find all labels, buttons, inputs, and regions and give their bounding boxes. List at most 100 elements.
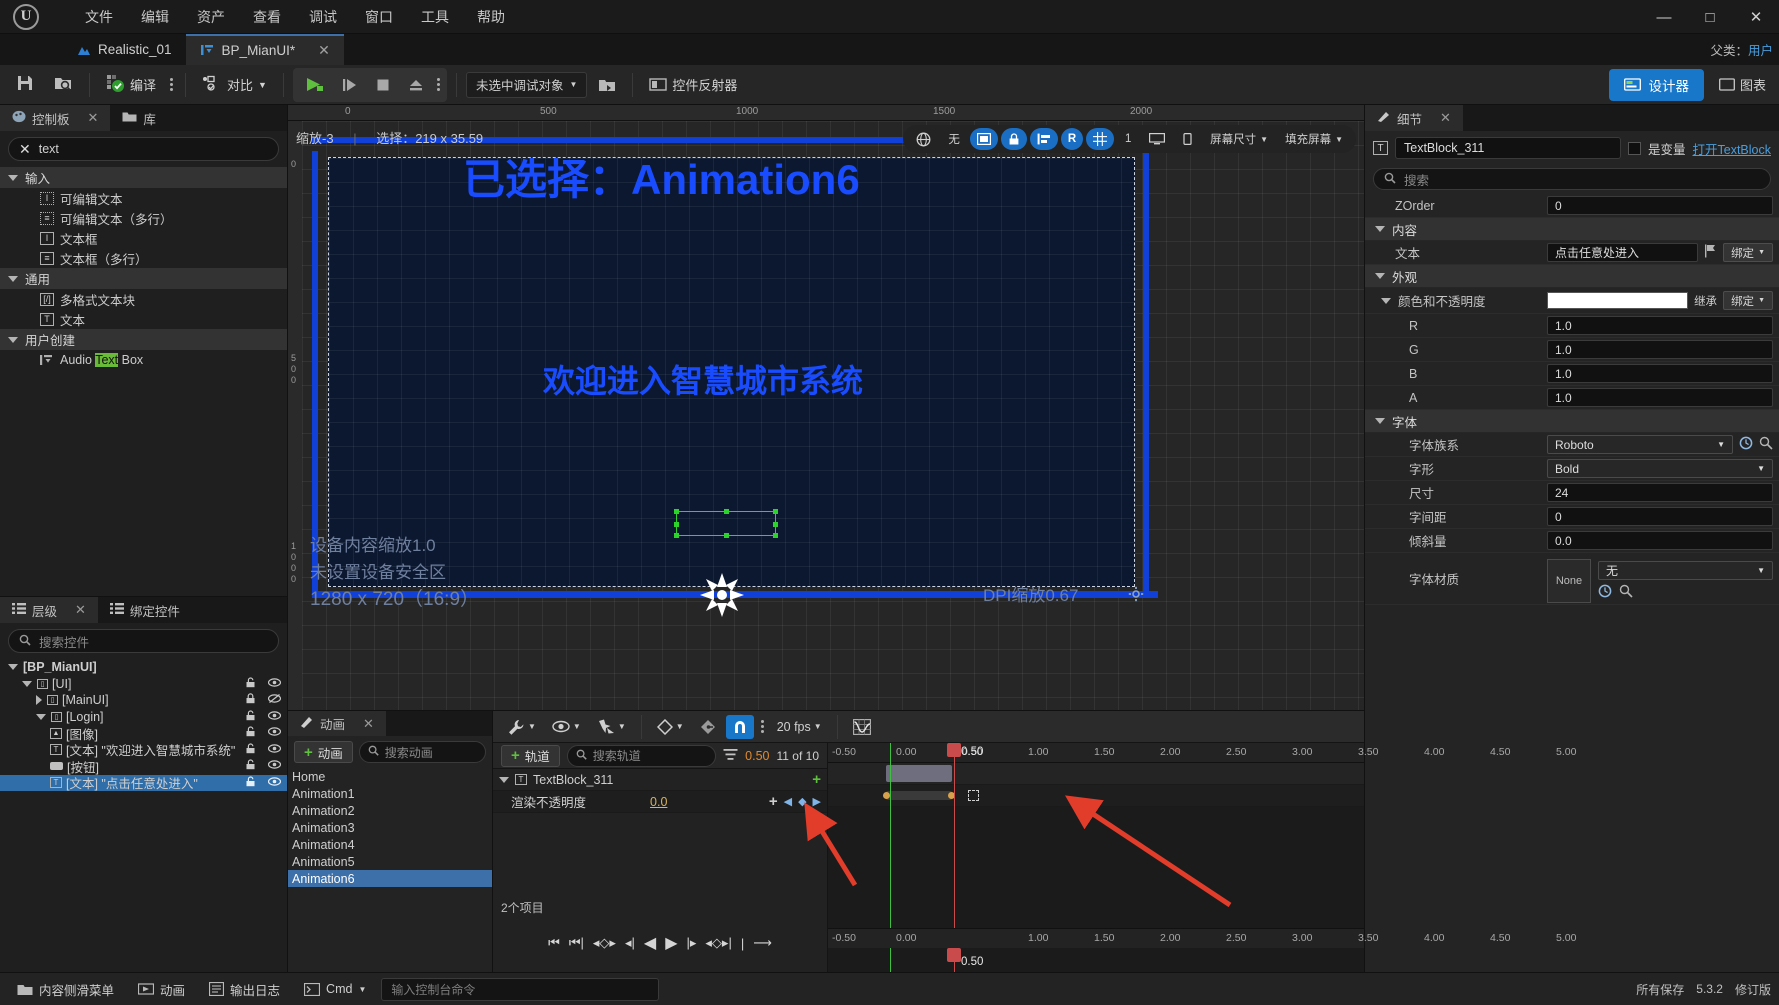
save-button[interactable] [8,70,42,100]
timeline-ruler-top[interactable]: -0.50 0.00 0.50 1.00 1.50 2.00 2.50 3.00… [828,743,1576,763]
palette-category-input[interactable]: 输入 [0,167,287,188]
widget-name-input[interactable]: TextBlock_311 [1395,137,1621,159]
tab-animation[interactable]: 动画 ✕ [288,711,386,736]
minimize-icon[interactable]: — [1641,0,1687,34]
color-b-input[interactable]: 1.0 [1547,364,1773,383]
loop-icon[interactable]: ⟶ [753,935,772,951]
palette-item-editable-text-multiline[interactable]: ≡ 可编辑文本（多行） [0,208,287,228]
play-reverse-icon[interactable]: ◀ [644,933,656,953]
visible-icon[interactable] [267,726,282,740]
wrench-icon[interactable]: ▼ [501,715,542,739]
keyframe-start[interactable] [883,792,890,799]
fps-dropdown[interactable]: 20 fps ▼ [771,715,828,739]
palette-item-rich-text-block[interactable]: [/] 多格式文本块 [0,289,287,309]
locked-icon[interactable] [245,693,256,707]
graph-tab-button[interactable]: 图表 [1712,70,1773,100]
snap-magnet-icon[interactable] [725,714,754,739]
menu-tools[interactable]: 工具 [408,2,462,32]
animation-item-animation3[interactable]: Animation3 [288,819,492,836]
tab-bp-mianui[interactable]: BP_MianUI* ✕ [185,34,344,65]
stop-button[interactable] [368,70,398,100]
palette-item-text-box-multiline[interactable]: ≡ 文本框（多行） [0,248,287,268]
menu-edit[interactable]: 编辑 [128,2,182,32]
timeline-ruler-bottom[interactable]: -0.50 0.00 1.00 1.50 2.00 2.50 3.00 3.50… [828,928,1576,948]
animation-search-input[interactable]: 搜索动画 [358,741,486,763]
device-small-icon[interactable] [1175,128,1200,150]
letter-spacing-input[interactable]: 0 [1547,507,1773,526]
keyframe-marker-dashed[interactable] [968,790,979,801]
clear-icon[interactable]: ✕ [19,141,31,158]
prev-key-icon[interactable]: ◂◇▸ [593,935,616,951]
menu-assets[interactable]: 资产 [184,2,238,32]
find-font-icon[interactable] [1759,436,1773,453]
add-track-button[interactable]: + 轨道 [501,744,560,767]
track-search-input[interactable]: 搜索轨道 [566,744,717,767]
unlocked-icon[interactable] [245,726,256,740]
chevron-down-icon[interactable] [22,680,32,687]
jump-to-start-icon[interactable]: ⏮ [548,935,560,951]
close-icon[interactable]: ✕ [88,110,99,126]
menu-view[interactable]: 查看 [240,2,294,32]
chevron-down-icon[interactable] [499,776,509,783]
tab-realistic-01[interactable]: Realistic_01 [62,34,186,65]
tree-row-mainui[interactable]: ▯ [MainUI] [0,692,287,709]
tree-row-login[interactable]: ▯ [Login] [0,709,287,726]
play-icon[interactable]: ▶ [665,933,677,953]
maximize-icon[interactable]: □ [1687,0,1733,34]
fill-rule-label[interactable]: 无 [941,128,967,150]
next-key-icon[interactable]: ▶ [813,795,821,808]
zorder-input[interactable]: 0 [1547,196,1773,215]
close-icon[interactable]: ✕ [1733,0,1779,34]
tab-palette[interactable]: 控制板 ✕ [0,105,111,131]
palette-category-user-created[interactable]: 用户创建 [0,329,287,350]
tab-bound-widgets[interactable]: 绑定控件 [98,597,192,623]
rotation-label[interactable]: R [1060,128,1084,150]
step-forward-icon[interactable]: |▸ [687,935,697,951]
keyframe-icon[interactable]: ▼ [651,715,690,739]
color-swatch[interactable] [1547,292,1689,309]
content-drawer-button[interactable]: 内容侧滑菜单 [8,976,123,1003]
font-material-select[interactable]: 无 ▼ [1598,560,1773,580]
chevron-down-icon[interactable] [8,664,18,671]
set-key-icon[interactable]: ◆ [798,795,806,808]
palette-item-text-box[interactable]: I 文本框 [0,228,287,248]
chevron-down-icon[interactable] [36,713,46,720]
anchor-pinwheel-icon[interactable] [698,571,746,622]
fill-screen-dropdown[interactable]: 填充屏幕 ▼ [1278,128,1350,150]
animation-item-animation4[interactable]: Animation4 [288,836,492,853]
screen-size-icon[interactable] [1142,128,1172,150]
output-log-button[interactable]: 输出日志 [200,976,289,1003]
designer-tab-button[interactable]: 设计器 [1609,68,1704,101]
unlocked-icon[interactable] [245,759,256,773]
close-icon[interactable]: ✕ [75,602,86,618]
hierarchy-search-input[interactable]: 搜索控件 [8,629,279,653]
close-icon[interactable]: ✕ [1440,110,1451,126]
grid-size-value[interactable]: 1 [1117,128,1139,150]
step-back-icon[interactable]: ◂| [625,935,635,951]
animation-item-animation5[interactable]: Animation5 [288,853,492,870]
viewport-canvas[interactable]: 0 5 0 0 1 0 0 0 已选择：Animation6 欢迎进入智慧城市系… [288,121,1364,710]
chevron-right-icon[interactable] [36,695,42,706]
add-key-icon[interactable]: + [769,793,778,810]
chevron-down-icon[interactable] [1381,297,1391,304]
section-content[interactable]: 内容 [1365,218,1779,241]
color-a-input[interactable]: 1.0 [1547,388,1773,407]
animation-item-animation6[interactable]: Animation6 [288,870,492,887]
jump-to-end-icon[interactable]: | [741,936,744,951]
font-size-input[interactable]: 24 [1547,483,1773,502]
lock-icon[interactable] [1000,128,1027,150]
palette-item-audio-text-box[interactable]: Audio Text Box [0,350,287,370]
font-family-select[interactable]: Roboto ▼ [1547,435,1733,454]
console-command-input[interactable]: 输入控制台命令 [381,977,660,1001]
unlocked-icon[interactable] [245,677,256,691]
step-back-frames-icon[interactable]: ⏮| [569,935,584,951]
font-material-thumbnail[interactable]: None [1547,558,1591,603]
grid-snap-icon[interactable] [1086,128,1115,150]
compile-button[interactable]: 编译 [99,70,163,100]
selection-handles[interactable] [674,509,778,538]
playhead-handle-top[interactable] [947,743,961,757]
track-row-render-opacity[interactable]: 渲染不透明度 0.0 + ◀ ◆ ▶ [493,791,827,813]
tab-details[interactable]: 细节 ✕ [1365,105,1463,131]
debug-filter-button[interactable] [591,70,623,100]
visible-icon[interactable] [267,776,282,790]
